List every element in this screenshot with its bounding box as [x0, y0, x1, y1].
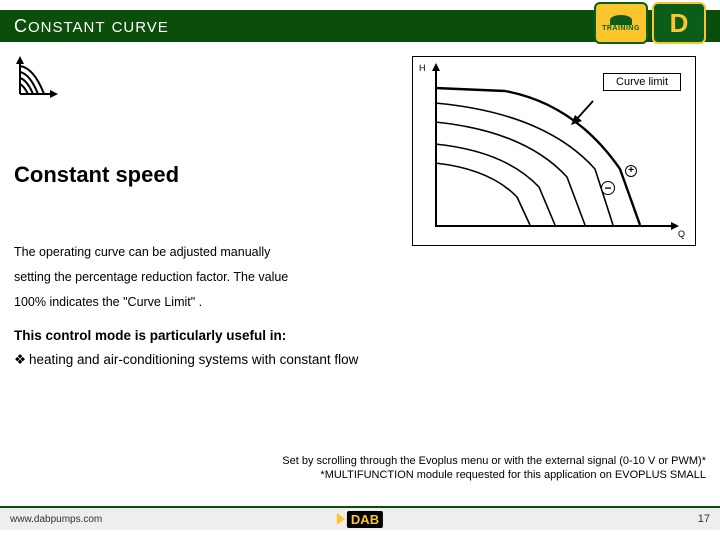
title-sc1: ONSTANT: [28, 19, 106, 36]
dab-arrow-icon: [337, 513, 345, 525]
bullet-list: ❖ heating and air-conditioning systems wi…: [14, 352, 358, 368]
page-number: 17: [698, 513, 710, 525]
title-sc2: CURVE: [112, 19, 169, 36]
training-label: TRAINING: [602, 25, 640, 32]
body-line-2: setting the percentage reduction factor.…: [14, 265, 288, 290]
section-heading: Constant speed: [14, 162, 179, 188]
footnote-line-2: *MULTIFUNCTION module requested for this…: [282, 469, 706, 483]
dab-wordmark: DAB: [347, 511, 383, 528]
bullet-text: heating and air-conditioning systems wit…: [29, 352, 358, 367]
y-axis-label: H: [419, 63, 426, 73]
body-paragraph: The operating curve can be adjusted manu…: [14, 240, 288, 315]
hq-chart: H Q Curve limit + −: [412, 56, 696, 246]
footnote-line-1: Set by scrolling through the Evoplus men…: [282, 455, 706, 469]
footer-url: www.dabpumps.com: [10, 514, 102, 525]
slide: CONSTANT CURVE TRAINING D Constant speed…: [0, 0, 720, 540]
minus-icon: −: [601, 181, 615, 195]
useful-in-heading: This control mode is particularly useful…: [14, 328, 286, 343]
plus-icon: +: [625, 165, 637, 177]
title-cap: C: [14, 16, 28, 36]
dab-logo: DAB: [337, 511, 383, 528]
training-badge-icon: TRAINING: [594, 2, 648, 44]
curve-limit-pointer-icon: [569, 99, 599, 129]
brand-logo-cluster: TRAINING D: [594, 2, 714, 44]
body-line-1: The operating curve can be adjusted manu…: [14, 240, 288, 265]
chart-curves: [435, 69, 677, 227]
d-logo-icon: D: [652, 2, 706, 44]
x-axis-label: Q: [678, 229, 685, 239]
graduation-cap-icon: [610, 15, 632, 25]
pump-curves-icon: [14, 56, 58, 100]
bullet-item: ❖ heating and air-conditioning systems wi…: [14, 352, 358, 368]
footer-bar: www.dabpumps.com DAB 17: [0, 506, 720, 530]
slide-title: CONSTANT CURVE: [0, 16, 169, 37]
body-line-3: 100% indicates the "Curve Limit" .: [14, 290, 288, 315]
footnote: Set by scrolling through the Evoplus men…: [282, 455, 706, 483]
diamond-bullet-icon: ❖: [14, 352, 23, 368]
